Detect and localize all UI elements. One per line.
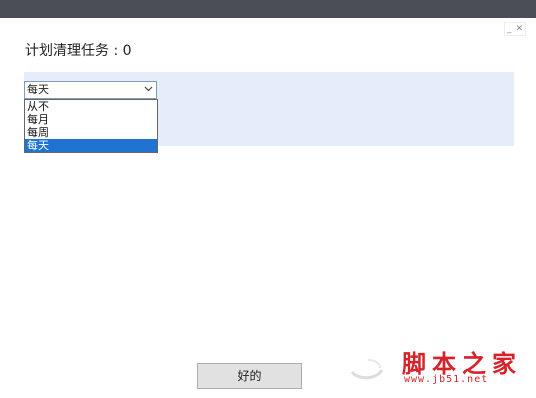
schedule-frequency-select[interactable]: 每天: [24, 81, 157, 99]
close-icon[interactable]: ✕: [515, 23, 523, 35]
window-controls: _ ✕: [503, 22, 526, 36]
minimize-button[interactable]: _: [507, 23, 512, 35]
watermark-url: www.jb51.net: [404, 374, 489, 385]
selected-value: 每天: [27, 83, 49, 96]
option-monthly[interactable]: 每月: [25, 113, 157, 126]
option-daily[interactable]: 每天: [25, 139, 157, 152]
chevron-down-icon[interactable]: [142, 83, 154, 97]
ok-button[interactable]: 好的: [197, 363, 302, 389]
watermark-swirl-icon: [350, 359, 384, 380]
window-titlebar: [0, 0, 536, 18]
schedule-frequency-dropdown: 从不 每月 每周 每天: [24, 99, 158, 153]
scheduled-clean-tasks-heading: 计划清理任务 : 0: [25, 43, 132, 59]
option-never[interactable]: 从不: [25, 100, 157, 113]
option-weekly[interactable]: 每周: [25, 126, 157, 139]
